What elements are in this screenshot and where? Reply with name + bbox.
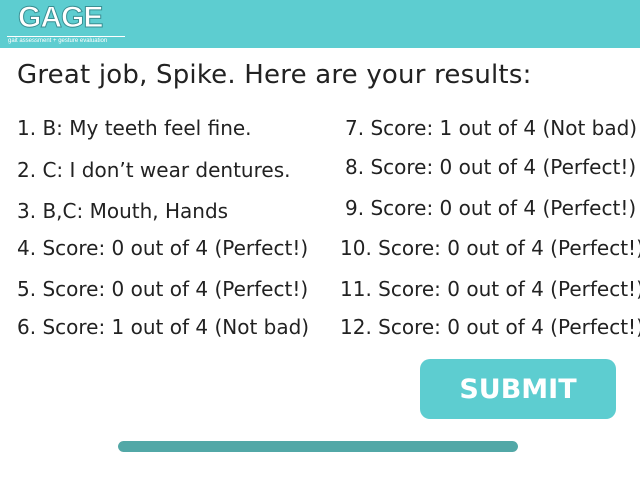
result-item-12: 12. Score: 0 out of 4 (Perfect!) [340,315,640,339]
result-item-4: 4. Score: 0 out of 4 (Perfect!) [17,236,309,260]
progress-bar [118,441,518,452]
submit-button[interactable]: SUBMIT [420,359,616,419]
result-item-6: 6. Score: 1 out of 4 (Not bad) [17,315,310,339]
result-item-7: 7. Score: 1 out of 4 (Not bad) [345,116,638,140]
results-heading: Great job, Spike. Here are your results: [17,60,532,90]
progress-bar-fill [118,441,518,452]
result-item-9: 9. Score: 0 out of 4 (Perfect!) [345,196,637,220]
result-item-1: 1. B: My teeth feel fine. [17,116,252,140]
result-item-2: 2. C: I don’t wear dentures. [17,158,291,182]
gage-logo: GAGE gait assessment + gesture evaluatio… [5,1,125,46]
result-item-11: 11. Score: 0 out of 4 (Perfect!) [340,277,640,301]
result-item-5: 5. Score: 0 out of 4 (Perfect!) [17,277,309,301]
result-item-3: 3. B,C: Mouth, Hands [17,199,229,223]
logo-subtitle: gait assessment + gesture evaluation [8,38,108,44]
logo-divider [7,36,125,37]
result-item-8: 8. Score: 0 out of 4 (Perfect!) [345,155,637,179]
logo-text: GAGE [17,1,103,35]
app-header: GAGE gait assessment + gesture evaluatio… [0,0,640,48]
result-item-10: 10. Score: 0 out of 4 (Perfect!) [340,236,640,260]
